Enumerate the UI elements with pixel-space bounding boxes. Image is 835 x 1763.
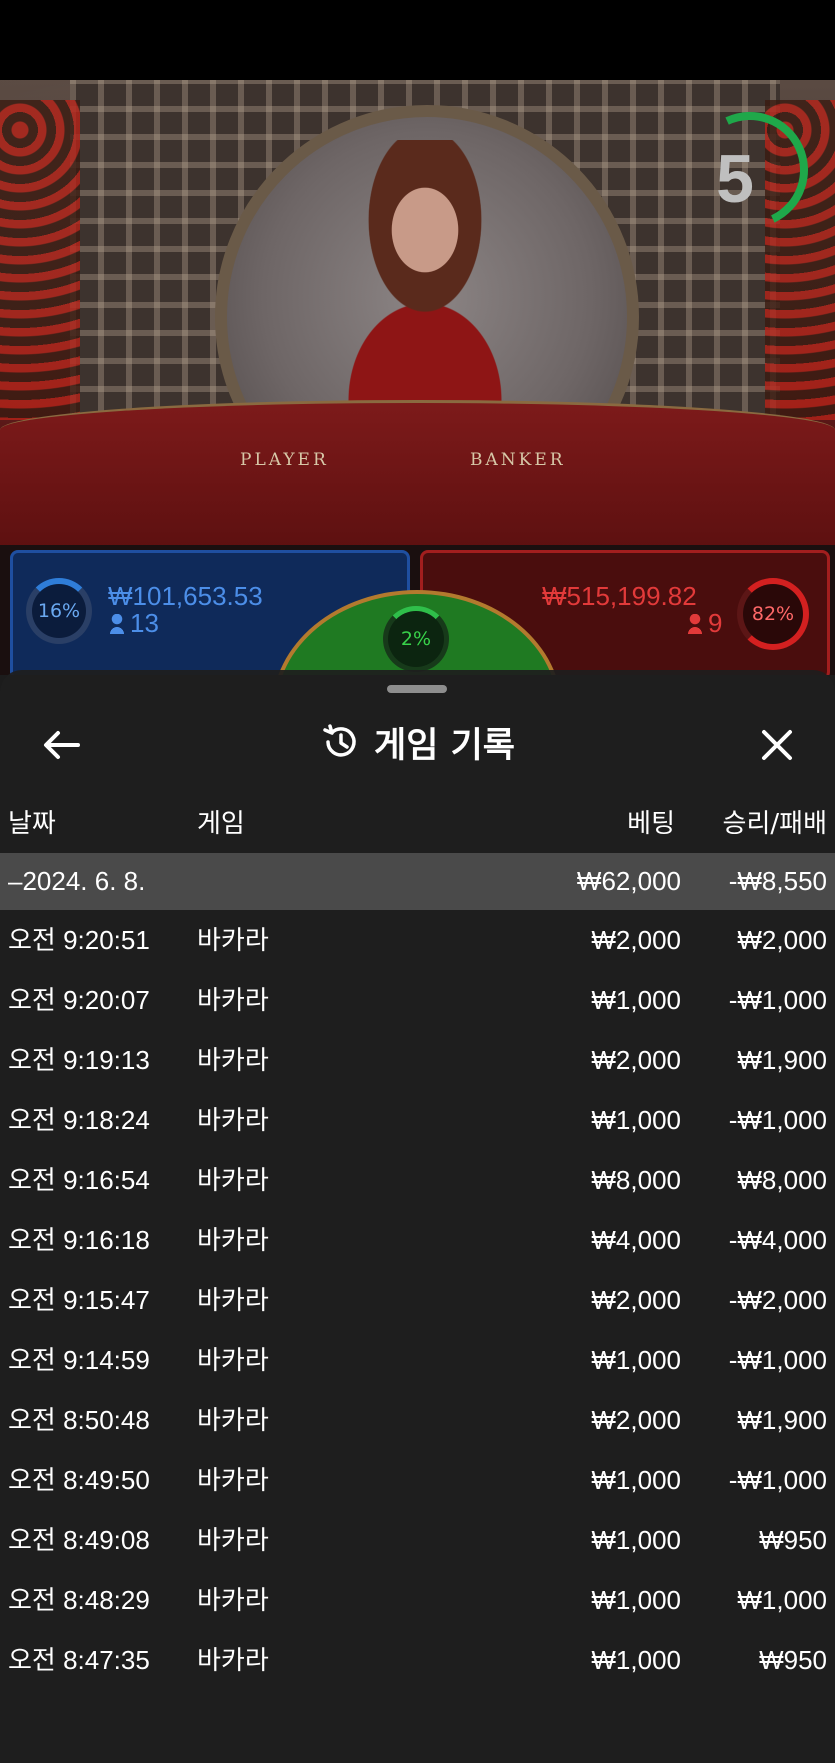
row-game: 바카라 xyxy=(197,1345,269,1375)
player-count-value: 13 xyxy=(130,608,159,638)
history-row[interactable]: 오전 8:47:35 바카라 ₩1,000 ₩950 xyxy=(0,1630,835,1690)
history-row[interactable]: 오전 9:18:24 바카라 ₩1,000 -₩1,000 xyxy=(0,1090,835,1150)
sheet-drag-handle[interactable] xyxy=(387,685,447,693)
banker-total-amount: ₩515,199.82 xyxy=(542,581,697,611)
row-result: -₩1,000 xyxy=(728,1345,827,1375)
row-bet: ₩8,000 xyxy=(591,1165,681,1195)
column-header-bet: 베팅 xyxy=(627,809,675,839)
history-row[interactable]: 오전 9:15:47 바카라 ₩2,000 -₩2,000 xyxy=(0,1270,835,1330)
felt-player-label: PLAYER xyxy=(240,450,329,470)
row-bet: ₩2,000 xyxy=(591,1045,681,1075)
history-row[interactable]: 오전 8:50:48 바카라 ₩2,000 ₩1,900 xyxy=(0,1390,835,1450)
row-bet: ₩2,000 xyxy=(591,1405,681,1435)
row-result: -₩4,000 xyxy=(728,1225,827,1255)
row-game: 바카라 xyxy=(197,925,269,955)
sheet-header: 게임 기록 xyxy=(0,712,835,772)
row-bet: ₩1,000 xyxy=(591,985,681,1015)
summary-date: –2024. 6. 8. xyxy=(8,866,146,896)
row-result: -₩2,000 xyxy=(728,1285,827,1315)
row-result: ₩950 xyxy=(759,1645,827,1675)
row-time: 오전 8:47:35 xyxy=(8,1645,150,1675)
person-icon xyxy=(110,614,124,634)
column-header-date: 날짜 xyxy=(8,809,56,839)
row-game: 바카라 xyxy=(197,1645,269,1675)
row-result: -₩1,000 xyxy=(728,1465,827,1495)
row-time: 오전 9:15:47 xyxy=(8,1285,150,1315)
row-game: 바카라 xyxy=(197,1465,269,1495)
row-time: 오전 9:19:13 xyxy=(8,1045,150,1075)
row-time: 오전 8:49:50 xyxy=(8,1465,150,1495)
row-result: ₩1,900 xyxy=(737,1045,827,1075)
page-title: 게임 기록 xyxy=(374,725,515,766)
banker-count: 9 xyxy=(688,608,722,639)
row-bet: ₩1,000 xyxy=(591,1525,681,1555)
date-summary-row[interactable]: –2024. 6. 8. ₩62,000 -₩8,550 xyxy=(0,853,835,910)
row-game: 바카라 xyxy=(197,1405,269,1435)
history-row[interactable]: 오전 9:14:59 바카라 ₩1,000 -₩1,000 xyxy=(0,1330,835,1390)
history-row[interactable]: 오전 9:16:18 바카라 ₩4,000 -₩4,000 xyxy=(0,1210,835,1270)
history-row[interactable]: 오전 8:49:50 바카라 ₩1,000 -₩1,000 xyxy=(0,1450,835,1510)
row-time: 오전 9:14:59 xyxy=(8,1345,150,1375)
summary-result: -₩8,550 xyxy=(728,866,827,896)
history-list: –2024. 6. 8. ₩62,000 -₩8,550 오전 9:20:51 바… xyxy=(0,853,835,1690)
row-time: 오전 9:16:18 xyxy=(8,1225,150,1255)
tie-percent-ring: 2% xyxy=(383,606,449,672)
row-game: 바카라 xyxy=(197,1165,269,1195)
row-game: 바카라 xyxy=(197,1045,269,1075)
history-row[interactable]: 오전 8:49:08 바카라 ₩1,000 ₩950 xyxy=(0,1510,835,1570)
table-felt xyxy=(0,400,835,550)
row-game: 바카라 xyxy=(197,1525,269,1555)
row-result: ₩1,000 xyxy=(737,1585,827,1615)
column-header-result: 승리/패배 xyxy=(722,809,827,839)
row-bet: ₩2,000 xyxy=(591,925,681,955)
banker-percent-ring: 82% xyxy=(737,578,809,650)
row-time: 오전 9:16:54 xyxy=(8,1165,150,1195)
row-time: 오전 9:18:24 xyxy=(8,1105,150,1135)
row-game: 바카라 xyxy=(197,1105,269,1135)
person-icon xyxy=(688,614,702,634)
row-bet: ₩1,000 xyxy=(591,1465,681,1495)
close-button[interactable] xyxy=(752,720,802,770)
history-row[interactable]: 오전 9:16:54 바카라 ₩8,000 ₩8,000 xyxy=(0,1150,835,1210)
row-bet: ₩1,000 xyxy=(591,1585,681,1615)
column-header-game: 게임 xyxy=(197,809,245,839)
history-row[interactable]: 오전 8:48:29 바카라 ₩1,000 ₩1,000 xyxy=(0,1570,835,1630)
history-icon xyxy=(323,724,356,757)
row-game: 바카라 xyxy=(197,985,269,1015)
status-bar xyxy=(0,0,835,80)
row-bet: ₩1,000 xyxy=(591,1345,681,1375)
row-time: 오전 9:20:07 xyxy=(8,985,150,1015)
row-result: -₩1,000 xyxy=(728,1105,827,1135)
row-result: ₩2,000 xyxy=(737,925,827,955)
history-row[interactable]: 오전 9:20:51 바카라 ₩2,000 ₩2,000 xyxy=(0,910,835,970)
player-percent-ring: 16% xyxy=(26,578,92,644)
banker-count-value: 9 xyxy=(708,608,723,638)
row-bet: ₩1,000 xyxy=(591,1105,681,1135)
row-result: ₩8,000 xyxy=(737,1165,827,1195)
row-bet: ₩2,000 xyxy=(591,1285,681,1315)
row-time: 오전 9:20:51 xyxy=(8,925,150,955)
row-time: 오전 8:48:29 xyxy=(8,1585,150,1615)
row-result: ₩950 xyxy=(759,1525,827,1555)
row-time: 오전 8:50:48 xyxy=(8,1405,150,1435)
player-count: 13 xyxy=(110,608,159,639)
row-game: 바카라 xyxy=(197,1285,269,1315)
row-time: 오전 8:49:08 xyxy=(8,1525,150,1555)
row-result: -₩1,000 xyxy=(728,985,827,1015)
close-icon xyxy=(762,730,792,760)
felt-banker-label: BANKER xyxy=(470,450,566,470)
game-history-sheet: 게임 기록 날짜 게임 베팅 승리/패배 –2024. 6. 8. ₩62,00… xyxy=(0,670,835,1763)
countdown-number: 5 xyxy=(716,141,754,217)
summary-bet: ₩62,000 xyxy=(576,866,681,896)
row-bet: ₩1,000 xyxy=(591,1645,681,1675)
history-row[interactable]: 오전 9:20:07 바카라 ₩1,000 -₩1,000 xyxy=(0,970,835,1030)
row-game: 바카라 xyxy=(197,1225,269,1255)
row-game: 바카라 xyxy=(197,1585,269,1615)
row-result: ₩1,900 xyxy=(737,1405,827,1435)
history-row[interactable]: 오전 9:19:13 바카라 ₩2,000 ₩1,900 xyxy=(0,1030,835,1090)
row-bet: ₩4,000 xyxy=(591,1225,681,1255)
flower-decoration-left xyxy=(0,100,80,420)
